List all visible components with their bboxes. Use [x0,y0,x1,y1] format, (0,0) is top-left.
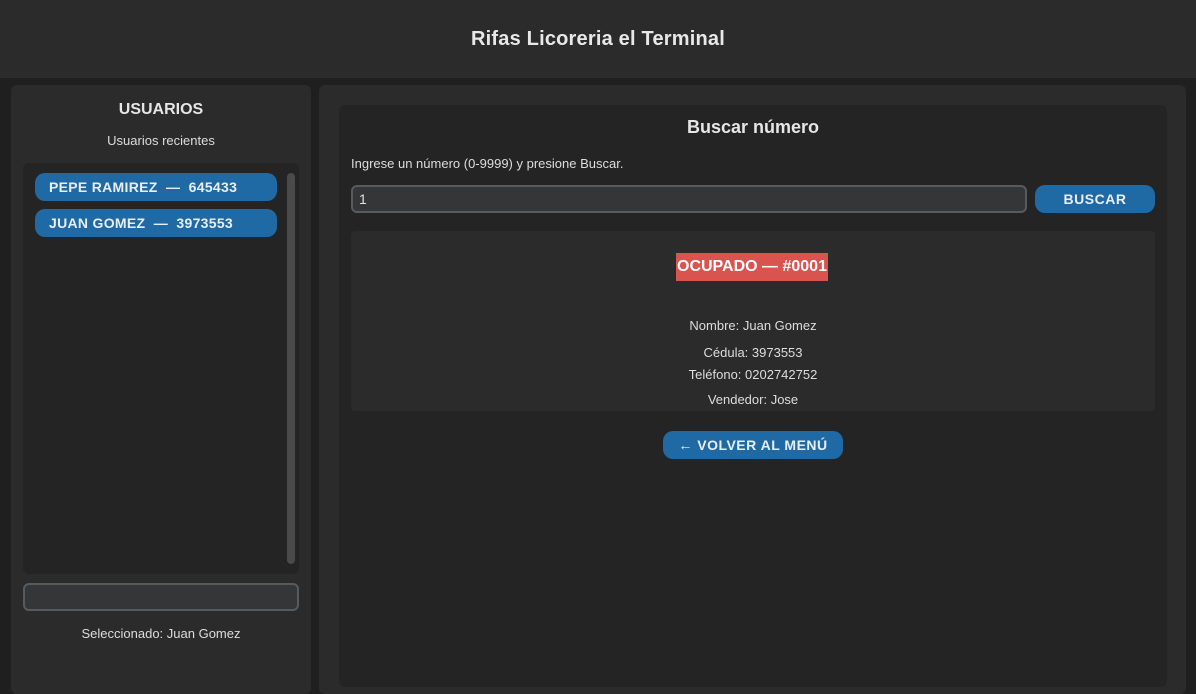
app-title: Rifas Licoreria el Terminal [470,27,725,50]
user-item-pepe-ramirez[interactable]: PEPE RAMIREZ — 645433 [35,173,277,201]
search-title: Buscar número [686,117,820,137]
result-id: Cédula: 3973553 [703,345,803,360]
title-bar: Rifas Licoreria el Terminal [0,0,1196,78]
status-badge: OCUPADO — #0001 [676,253,828,281]
recent-users-list[interactable]: PEPE RAMIREZ — 645433 JUAN GOMEZ — 39735… [23,163,299,574]
users-scrollbar[interactable] [287,173,295,564]
main-panel: Buscar número Ingrese un número (0-9999)… [319,85,1186,694]
user-filter-input[interactable] [23,583,299,611]
back-to-menu-button[interactable]: ← VOLVER AL MENÚ [663,431,843,459]
users-subtitle: Usuarios recientes [107,133,215,148]
number-search-input[interactable] [351,185,1027,213]
search-card: Buscar número Ingrese un número (0-9999)… [339,105,1167,687]
result-phone: Teléfono: 0202742752 [688,367,818,382]
result-name: Nombre: Juan Gomez [689,318,817,333]
search-button[interactable]: BUSCAR [1035,185,1155,213]
user-item-juan-gomez[interactable]: JUAN GOMEZ — 3973553 [35,209,277,237]
users-panel: USUARIOS Usuarios recientes PEPE RAMIREZ… [11,85,311,694]
selected-user-label: Seleccionado: Juan Gomez [81,626,241,641]
result-seller: Vendedor: Jose [707,392,799,407]
users-title: USUARIOS [118,101,204,118]
result-box: OCUPADO — #0001 Nombre: Juan Gomez Cédul… [351,231,1155,411]
search-instructions: Ingrese un número (0-9999) y presione Bu… [351,156,624,171]
